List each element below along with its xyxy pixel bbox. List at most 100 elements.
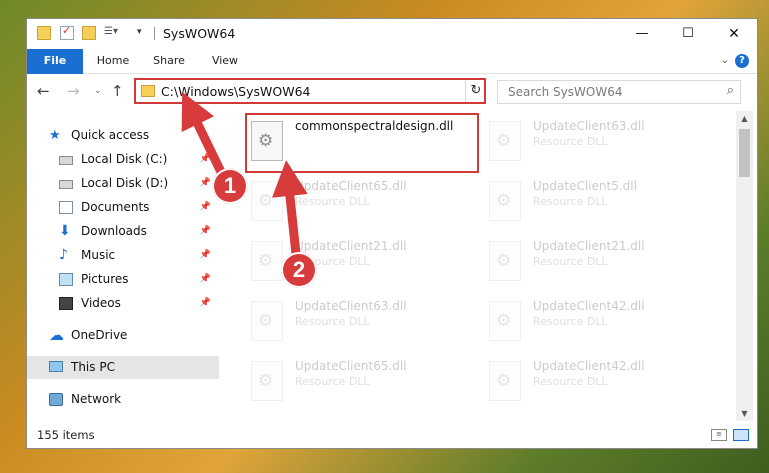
file-type: Resource DLL: [533, 195, 608, 208]
address-bar[interactable]: C:\Windows\SysWOW64 ⌄: [134, 78, 486, 104]
sidebar-item-music[interactable]: ♪ Music 📌: [27, 244, 219, 267]
folder-icon[interactable]: [37, 26, 51, 40]
forward-icon[interactable]: →: [67, 82, 80, 100]
close-button[interactable]: ✕: [711, 19, 757, 49]
address-path[interactable]: C:\Windows\SysWOW64: [161, 84, 310, 99]
search-box[interactable]: ⌕: [497, 80, 741, 104]
scroll-down-icon[interactable]: ▼: [736, 406, 753, 421]
sidebar-item-documents[interactable]: Documents 📌: [27, 196, 219, 219]
file-type: Resource DLL: [533, 135, 608, 148]
new-folder-icon[interactable]: [82, 26, 96, 40]
details-view-icon[interactable]: ≡: [711, 429, 727, 441]
pin-icon[interactable]: 📌: [200, 172, 211, 195]
file-item[interactable]: ⚙ UpdateClient5.dll Resource DLL: [485, 175, 715, 231]
help-icon[interactable]: ?: [735, 54, 749, 68]
window-title: SysWOW64: [163, 26, 236, 41]
sidebar-item-label: Videos: [81, 296, 121, 310]
dll-file-icon: ⚙: [251, 241, 283, 281]
sidebar-item-label: This PC: [71, 360, 115, 374]
file-type: Resource DLL: [533, 375, 608, 388]
sidebar-item-network[interactable]: Network: [27, 388, 219, 411]
file-item[interactable]: ⚙ UpdateClient63.dll Resource DLL: [485, 115, 715, 171]
file-item[interactable]: ⚙ commonspectraldesign.dll: [245, 113, 479, 173]
sidebar-item-downloads[interactable]: ⬇ Downloads 📌: [27, 220, 219, 243]
drive-icon: [59, 156, 73, 165]
maximize-button[interactable]: ☐: [665, 19, 711, 49]
file-item[interactable]: ⚙ UpdateClient42.dll Resource DLL: [485, 355, 715, 411]
navigation-bar: ← → ⌄ ↑ C:\Windows\SysWOW64 ⌄ ↻ ⌕: [27, 74, 757, 110]
file-item[interactable]: ⚙ UpdateClient63.dll Resource DLL: [247, 295, 477, 351]
sidebar-item-this-pc[interactable]: This PC: [27, 356, 219, 379]
file-name: UpdateClient63.dll: [533, 119, 645, 133]
dll-file-icon: ⚙: [489, 181, 521, 221]
sidebar-item-quick-access[interactable]: ★ Quick access: [27, 124, 219, 147]
sidebar-item-label: Quick access: [71, 128, 150, 142]
refresh-icon[interactable]: ↻: [465, 80, 486, 102]
recent-locations-icon[interactable]: ⌄: [94, 86, 102, 96]
gear-icon: ⚙: [496, 251, 512, 271]
sidebar-item-onedrive[interactable]: ☁ OneDrive: [27, 324, 219, 347]
sidebar-item-label: Local Disk (C:): [81, 152, 168, 166]
dll-file-icon: ⚙: [489, 361, 521, 401]
pin-icon[interactable]: 📌: [200, 244, 211, 267]
tab-home[interactable]: Home: [91, 49, 135, 73]
customize-toolbar-icon[interactable]: ▾: [137, 27, 147, 41]
file-name: UpdateClient65.dll: [295, 359, 407, 373]
file-name: UpdateClient42.dll: [533, 359, 645, 373]
expand-ribbon-icon[interactable]: ⌄: [721, 55, 729, 66]
scroll-up-icon[interactable]: ▲: [736, 111, 753, 126]
properties-icon[interactable]: [60, 24, 74, 40]
dll-file-icon: ⚙: [489, 301, 521, 341]
dll-file-icon: ⚙: [489, 241, 521, 281]
sidebar-item-videos[interactable]: Videos 📌: [27, 292, 219, 315]
gear-icon: ⚙: [258, 311, 274, 331]
gear-icon: ⚙: [496, 311, 512, 331]
sidebar-item-local-disk-c[interactable]: Local Disk (C:) 📌: [27, 148, 219, 171]
dll-file-icon: ⚙: [251, 121, 283, 161]
sidebar-item-label: Downloads: [81, 224, 147, 238]
tab-view[interactable]: View: [205, 49, 245, 73]
dll-file-icon: ⚙: [251, 361, 283, 401]
gear-icon: ⚙: [258, 251, 274, 271]
file-name: UpdateClient5.dll: [533, 179, 637, 193]
quick-access-menu-icon[interactable]: ☰▾: [104, 26, 124, 40]
file-item[interactable]: ⚙ UpdateClient65.dll Resource DLL: [247, 355, 477, 411]
status-bar: 155 items ≡: [27, 422, 757, 448]
dll-file-icon: ⚙: [251, 301, 283, 341]
pin-icon[interactable]: 📌: [200, 292, 211, 315]
file-explorer-window: ☰▾ ▾ SysWOW64 — ☐ ✕ File Home Share View…: [26, 18, 758, 449]
computer-icon: [49, 361, 63, 372]
file-name: UpdateClient63.dll: [295, 299, 407, 313]
up-icon[interactable]: ↑: [111, 82, 124, 100]
file-item[interactable]: ⚙ UpdateClient21.dll Resource DLL: [485, 235, 715, 291]
file-item[interactable]: ⚙ UpdateClient42.dll Resource DLL: [485, 295, 715, 351]
folder-icon: [141, 85, 155, 97]
vertical-scrollbar[interactable]: ▲ ▼: [736, 111, 753, 421]
tab-share[interactable]: Share: [147, 49, 191, 73]
file-type: Resource DLL: [295, 375, 370, 388]
search-icon[interactable]: ⌕: [727, 83, 734, 98]
pin-icon[interactable]: 📌: [200, 220, 211, 243]
dll-file-icon: ⚙: [251, 181, 283, 221]
sidebar-item-local-disk-d[interactable]: Local Disk (D:) 📌: [27, 172, 219, 195]
pin-icon[interactable]: 📌: [200, 268, 211, 291]
gear-icon: ⚙: [258, 191, 274, 211]
step-badge-2: 2: [281, 252, 317, 288]
cloud-icon: ☁: [49, 326, 64, 344]
pictures-icon: [59, 273, 73, 286]
search-input[interactable]: [506, 84, 710, 100]
dll-file-icon: ⚙: [489, 121, 521, 161]
pin-icon[interactable]: 📌: [200, 196, 211, 219]
scrollbar-thumb[interactable]: [739, 129, 750, 177]
file-type: Resource DLL: [295, 315, 370, 328]
pin-icon[interactable]: 📌: [200, 148, 211, 171]
back-icon[interactable]: ←: [37, 82, 50, 100]
file-name: UpdateClient42.dll: [533, 299, 645, 313]
video-icon: [59, 297, 73, 310]
star-icon: ★: [49, 128, 61, 143]
sidebar-item-pictures[interactable]: Pictures 📌: [27, 268, 219, 291]
file-item[interactable]: ⚙ UpdateClient65.dll Resource DLL: [247, 175, 477, 231]
sidebar-item-label: Local Disk (D:): [81, 176, 169, 190]
minimize-button[interactable]: —: [619, 19, 665, 49]
large-icons-view-icon[interactable]: [733, 429, 749, 441]
